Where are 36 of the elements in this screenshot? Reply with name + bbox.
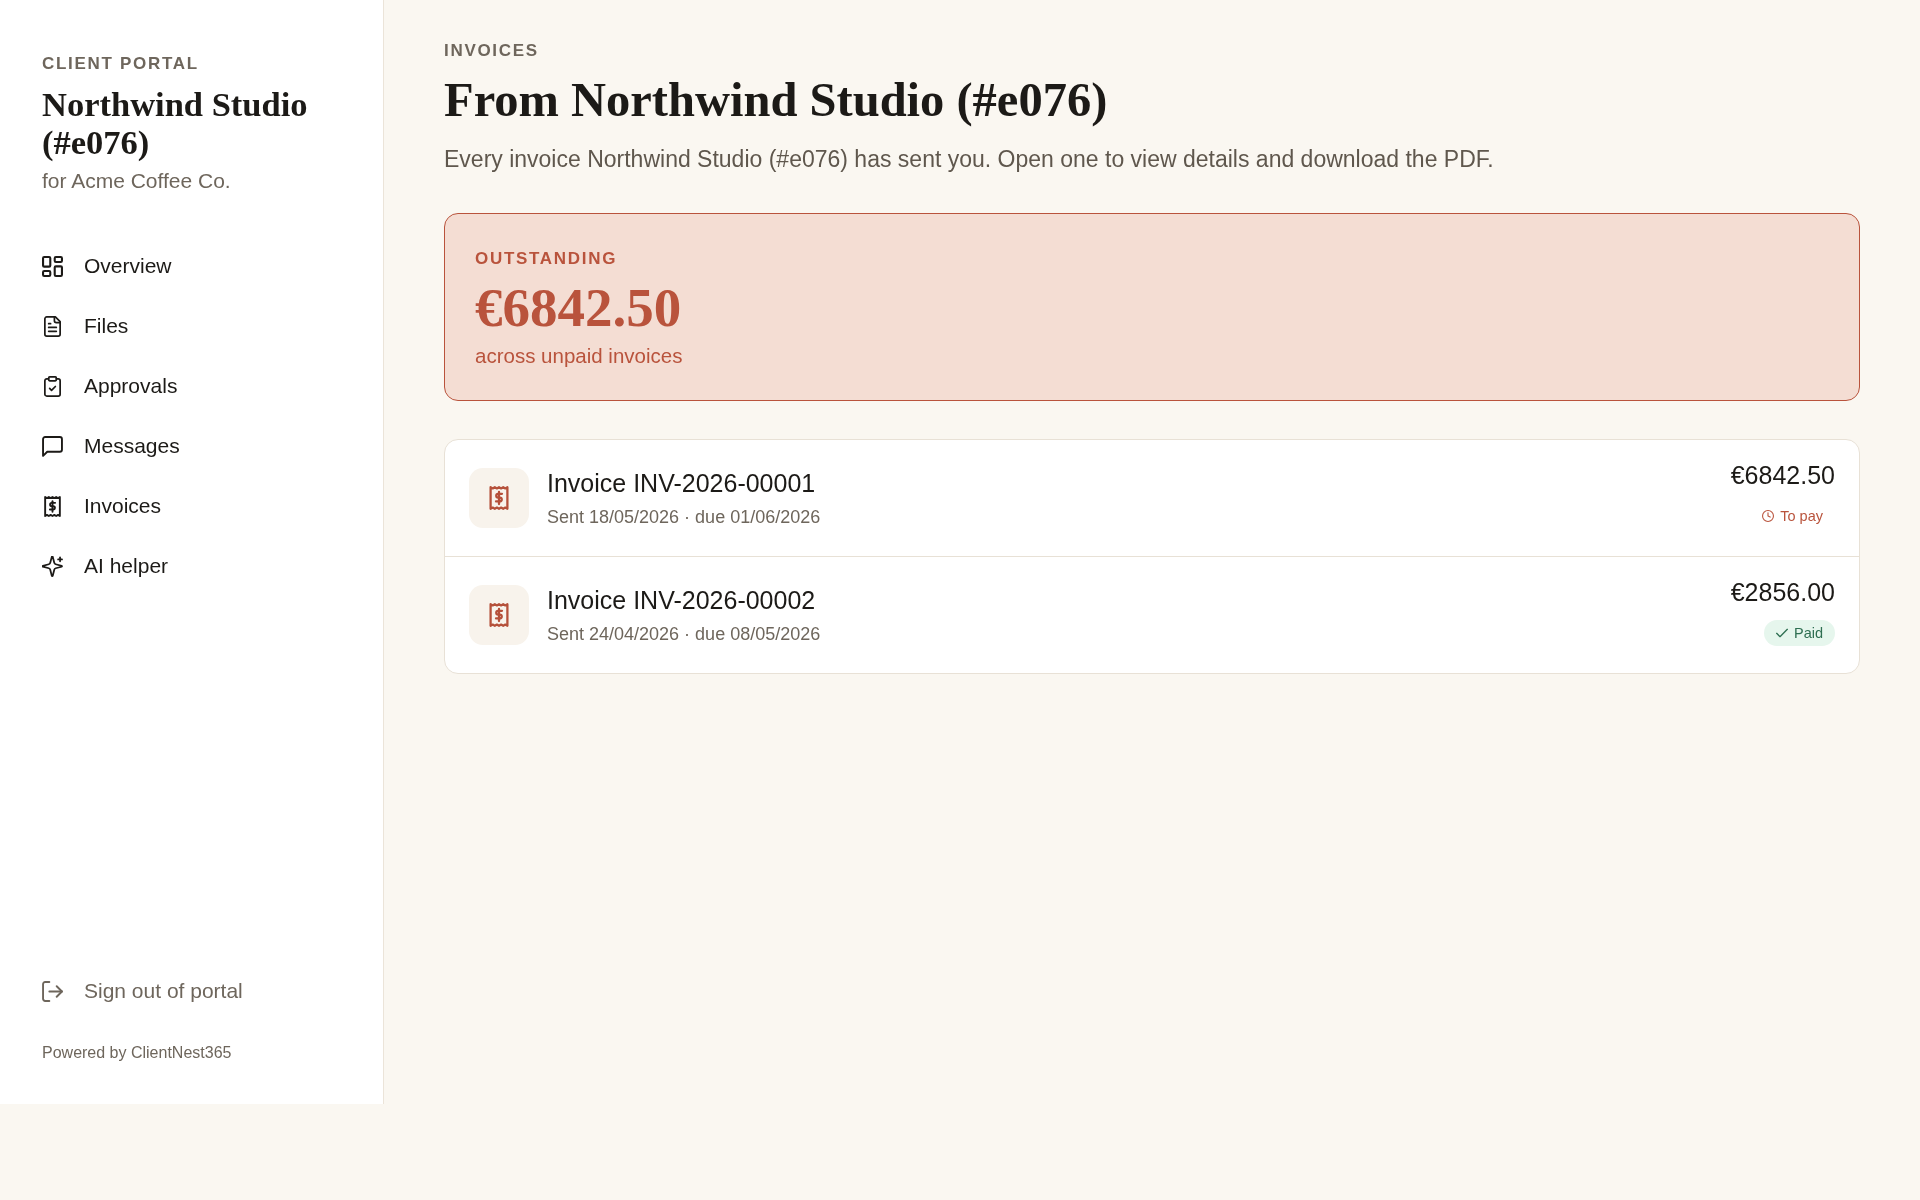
nav-link[interactable]: Files (42, 296, 129, 356)
outstanding-amount: €6842.50 (475, 279, 682, 337)
speech-bubble-icon (42, 435, 63, 457)
receipt-icon (469, 585, 529, 645)
log-out-icon (42, 980, 63, 1002)
page-eyebrow: INVOICES (444, 41, 539, 61)
nav-link[interactable]: Overview (42, 236, 172, 296)
clipboard-check-icon (42, 375, 63, 397)
receipt-icon (42, 495, 63, 517)
powered-by-text: Powered by ClientNest365 (42, 1043, 232, 1063)
client-name: for Acme Coffee Co. (42, 169, 231, 193)
nav-link[interactable]: AI helper (42, 536, 169, 596)
page-title: From Northwind Studio (#e076) (444, 72, 1108, 128)
portal-label: CLIENT PORTAL (42, 54, 199, 74)
nav-link[interactable]: Approvals (42, 356, 178, 416)
nav-link[interactable]: Invoices (42, 476, 162, 536)
invoice-title[interactable]: Invoice INV-2026-00002 (547, 585, 816, 614)
outstanding-note: across unpaid invoices (475, 344, 683, 368)
invoice-title[interactable]: Invoice INV-2026-00001 (547, 468, 816, 497)
document-icon (42, 315, 63, 337)
invoice-amount: €6842.50 (1730, 461, 1835, 489)
check-icon (1775, 627, 1788, 639)
sparkles-icon (42, 555, 63, 577)
invoice-dates: Sent 18/05/2026 · due 01/06/2026 (547, 505, 821, 528)
invoice-amount: €2856.00 (1730, 578, 1835, 606)
status-label: Paid (1793, 625, 1823, 641)
page-description: Every invoice Northwind Studio (#e076) has sent you. Open one to view details and download the PDF. (444, 145, 1494, 173)
invoice-dates: Sent 24/04/2026 · due 08/05/2026 (547, 622, 821, 645)
studio-name: Northwind Studio (#e076) (42, 85, 309, 161)
clock-icon (1762, 510, 1775, 522)
status-label: To pay (1780, 508, 1823, 524)
nav-link[interactable]: Messages (42, 416, 180, 476)
receipt-icon (469, 468, 529, 528)
outstanding-label: OUTSTANDING (475, 249, 618, 269)
layout-grid-icon (42, 255, 63, 277)
sign-out-link[interactable]: Sign out of portal (42, 979, 243, 1003)
